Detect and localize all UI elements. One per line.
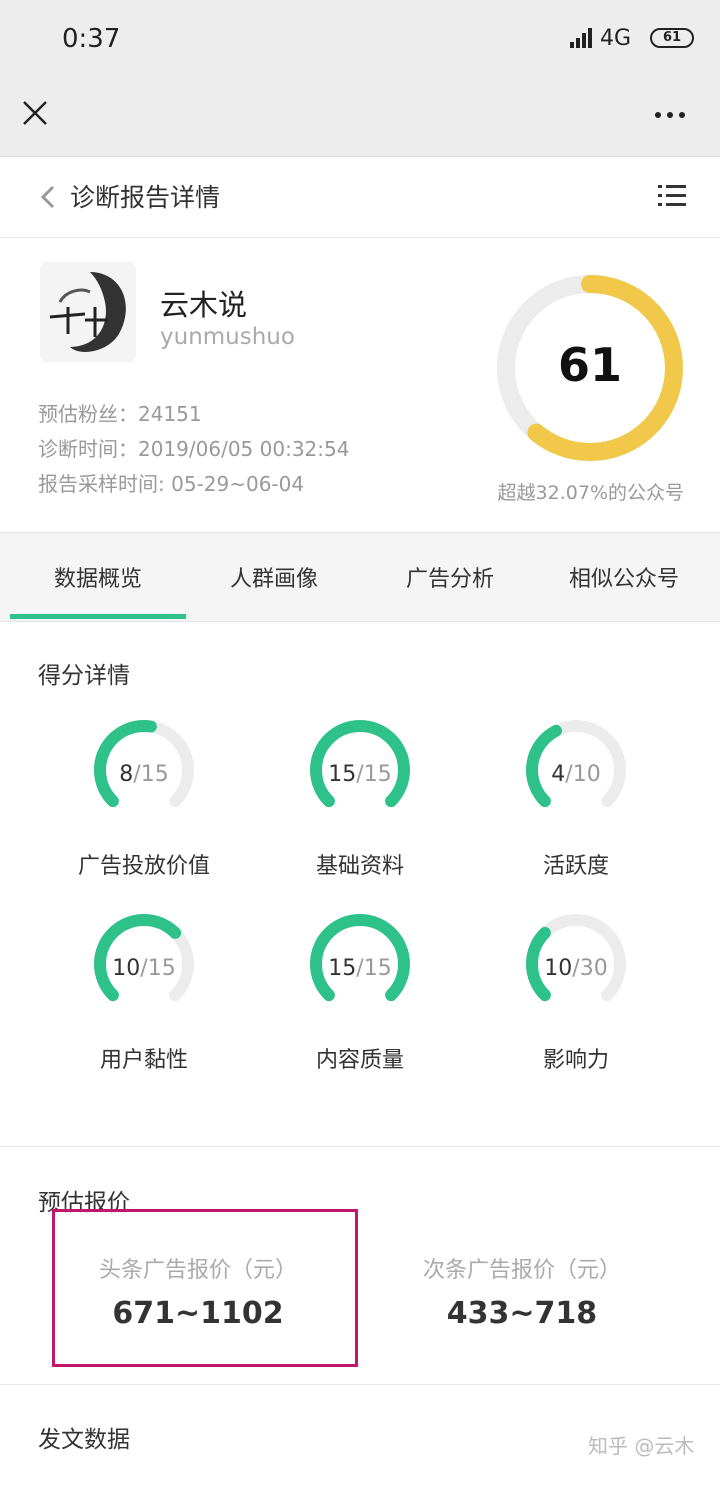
score-percentile: 超越32.07%的公众号 <box>497 482 684 504</box>
gauge-influence-label: 影响力 <box>542 1048 609 1073</box>
more-icon[interactable] <box>650 98 690 128</box>
tab-audience-profile[interactable]: 人群画像 <box>186 561 362 593</box>
close-icon[interactable] <box>20 98 50 128</box>
menu-list-icon[interactable] <box>658 182 686 210</box>
total-score: 61 <box>557 338 622 392</box>
page-title: 诊断报告详情 <box>70 183 221 212</box>
highlight-box <box>52 1209 358 1367</box>
gauge-ad-value-label: 广告投放价值 <box>77 854 210 879</box>
gauge-content-quality-score: 15/15 <box>328 956 392 981</box>
gauge-user-stickiness-score: 10/15 <box>112 956 176 981</box>
sample-time: 报告采样时间: 05-29~06-04 <box>38 472 305 496</box>
gauge-activity-score: 4/10 <box>551 762 601 787</box>
avatar <box>40 262 136 362</box>
network-type: 4G <box>600 26 632 51</box>
estimated-fans: 预估粉丝：24151 <box>38 402 202 426</box>
status-time: 0:37 <box>62 24 121 54</box>
gauge-basic-info-label: 基础资料 <box>315 854 404 879</box>
section-divider <box>0 1146 720 1147</box>
back-icon[interactable] <box>36 182 60 212</box>
tab-active-indicator <box>10 614 186 619</box>
gauge-activity-label: 活跃度 <box>542 854 609 879</box>
signal-icon <box>570 28 592 48</box>
account-name: 云木说 <box>160 288 248 322</box>
gauge-user-stickiness-label: 用户黏性 <box>99 1048 188 1073</box>
gauge-influence-score: 10/30 <box>544 956 608 981</box>
secondary-ad-quote-label: 次条广告报价（元） <box>422 1258 621 1283</box>
diagnosis-time: 诊断时间：2019/06/05 00:32:54 <box>38 437 350 461</box>
secondary-ad-quote-value: 433~718 <box>446 1296 598 1331</box>
gauge-ad-value-score: 8/15 <box>119 762 169 787</box>
account-id: yunmushuo <box>160 324 295 350</box>
watermark: 知乎 @云木 <box>588 1434 695 1458</box>
score-details-title: 得分详情 <box>38 663 130 689</box>
tab-ad-analysis[interactable]: 广告分析 <box>362 561 538 593</box>
tab-similar-accounts[interactable]: 相似公众号 <box>536 561 712 593</box>
posts-data-title: 发文数据 <box>38 1427 130 1453</box>
battery-icon: 61 <box>650 28 694 48</box>
tab-data-overview[interactable]: 数据概览 <box>10 561 186 593</box>
section-divider <box>0 1384 720 1385</box>
top-bar <box>0 80 720 157</box>
gauge-basic-info-score: 15/15 <box>328 762 392 787</box>
gauge-content-quality-label: 内容质量 <box>315 1048 404 1073</box>
